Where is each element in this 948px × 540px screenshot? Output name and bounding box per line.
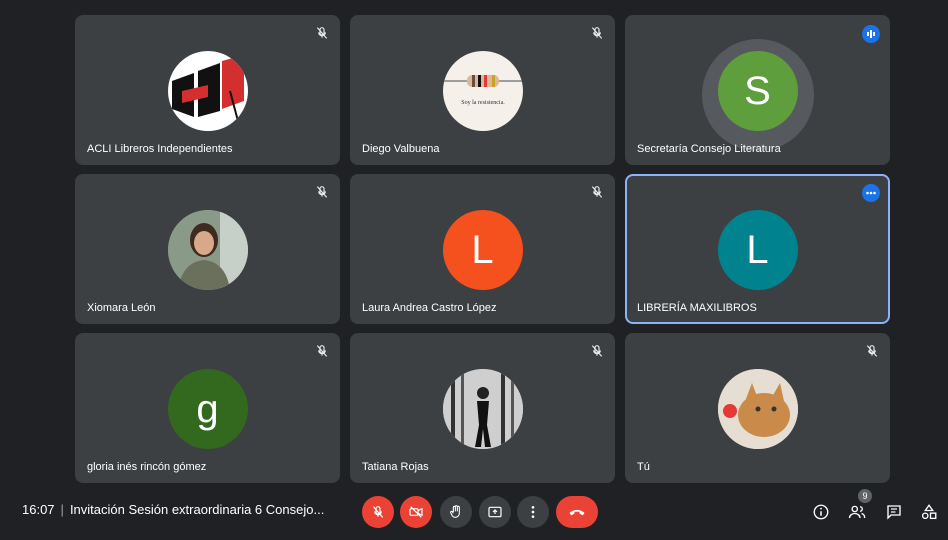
present-icon	[488, 506, 502, 518]
more-options-icon[interactable]	[862, 184, 880, 202]
participant-name: LIBRERÍA MAXILIBROS	[637, 302, 757, 314]
bottom-toolbar: 16:07 | Invitación Sesión extraordinaria 6…	[0, 490, 948, 540]
participant-avatar: L	[442, 210, 523, 290]
participant-tile-self[interactable]: Tú	[625, 333, 890, 483]
participant-tile-active[interactable]: L LIBRERÍA MAXILIBROS	[625, 174, 890, 324]
info-icon	[813, 504, 829, 520]
more-options-button[interactable]	[517, 496, 549, 528]
mic-off-icon	[591, 345, 603, 357]
present-screen-button[interactable]	[479, 496, 511, 528]
participant-avatar	[717, 369, 798, 449]
camera-off-icon	[409, 506, 423, 518]
mic-off-icon	[316, 345, 328, 357]
microphone-toggle-button[interactable]	[362, 496, 394, 528]
participant-tile[interactable]: Soy la resistencia. Diego Valbuena	[350, 15, 615, 165]
participant-tile[interactable]: Xiomara León	[75, 174, 340, 324]
meeting-title: Invitación Sesión extraordinaria 6 Conse…	[69, 502, 325, 517]
participant-tile[interactable]: g gloria inés rincón gómez	[75, 333, 340, 483]
participant-name: Secretaría Consejo Literatura	[637, 143, 781, 155]
avatar-caption: Soy la resistencia.	[461, 100, 505, 106]
hang-up-icon	[569, 509, 585, 516]
raise-hand-button[interactable]	[440, 496, 472, 528]
meeting-details-button[interactable]	[809, 500, 833, 524]
people-button[interactable]	[845, 500, 869, 524]
camera-toggle-button[interactable]	[400, 496, 432, 528]
participant-tile[interactable]: S Secretaría Consejo Literatura	[625, 15, 890, 165]
mic-off-icon	[591, 186, 603, 198]
participant-avatar	[167, 210, 248, 290]
avatar-letter: g	[196, 386, 219, 431]
participant-name: Laura Andrea Castro López	[362, 302, 497, 314]
participant-tile[interactable]: Tatiana Rojas	[350, 333, 615, 483]
leave-call-button[interactable]	[556, 496, 598, 528]
activities-icon	[921, 504, 937, 520]
participant-avatar	[167, 51, 248, 131]
chat-button[interactable]	[882, 500, 906, 524]
participant-avatar	[442, 369, 523, 449]
acli-logo-image	[171, 55, 244, 122]
mic-off-icon	[866, 345, 878, 357]
resistor-image: Soy la resistencia.	[442, 75, 523, 106]
activities-button[interactable]	[917, 500, 941, 524]
tatiana-photo-image	[442, 369, 523, 449]
participant-name: Diego Valbuena	[362, 143, 440, 155]
chat-icon	[887, 505, 901, 520]
mic-off-icon	[316, 27, 328, 39]
avatar-letter: L	[746, 227, 769, 272]
clock-time: 16:07	[22, 502, 55, 517]
participant-avatar: L	[717, 210, 798, 290]
participant-name: ACLI Libreros Independientes	[87, 143, 233, 155]
mic-off-icon	[316, 186, 328, 198]
meeting-info: 16:07 | Invitación Sesión extraordinaria 6…	[22, 502, 324, 517]
speaking-indicator-icon	[862, 25, 880, 43]
mic-off-icon	[591, 27, 603, 39]
participant-name: Xiomara León	[87, 302, 156, 314]
hand-icon	[450, 505, 460, 518]
participant-name: Tú	[637, 461, 650, 473]
cat-photo-image	[717, 369, 798, 449]
participant-avatar: g	[167, 369, 248, 449]
mic-off-icon	[372, 506, 384, 518]
xiomara-photo-image	[167, 210, 248, 290]
avatar-letter: S	[744, 68, 771, 113]
participant-count-badge: 9	[858, 489, 872, 503]
participant-tile[interactable]: L Laura Andrea Castro López	[350, 174, 615, 324]
participant-tile[interactable]: ACLI Libreros Independientes	[75, 15, 340, 165]
avatar-letter: L	[471, 227, 494, 272]
participant-avatar: S	[717, 51, 798, 131]
people-icon	[848, 505, 866, 519]
participant-name: Tatiana Rojas	[362, 461, 429, 473]
participant-name: gloria inés rincón gómez	[87, 461, 207, 473]
separator: |	[60, 502, 64, 517]
more-vert-icon	[531, 506, 535, 518]
participant-avatar: Soy la resistencia.	[442, 51, 523, 131]
